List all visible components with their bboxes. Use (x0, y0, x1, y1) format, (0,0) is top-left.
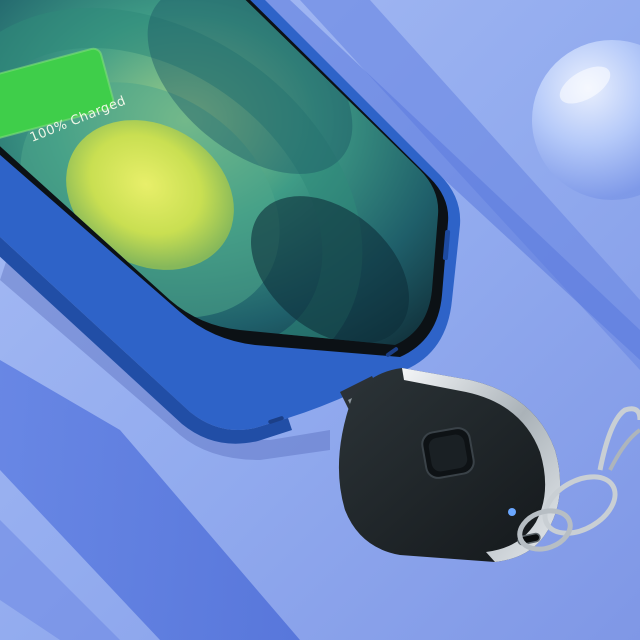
photo-svg: 100% Charged (0, 0, 640, 640)
status-led-icon (508, 508, 516, 516)
power-button-icon (421, 427, 475, 479)
product-photo: 100% Charged (0, 0, 640, 640)
